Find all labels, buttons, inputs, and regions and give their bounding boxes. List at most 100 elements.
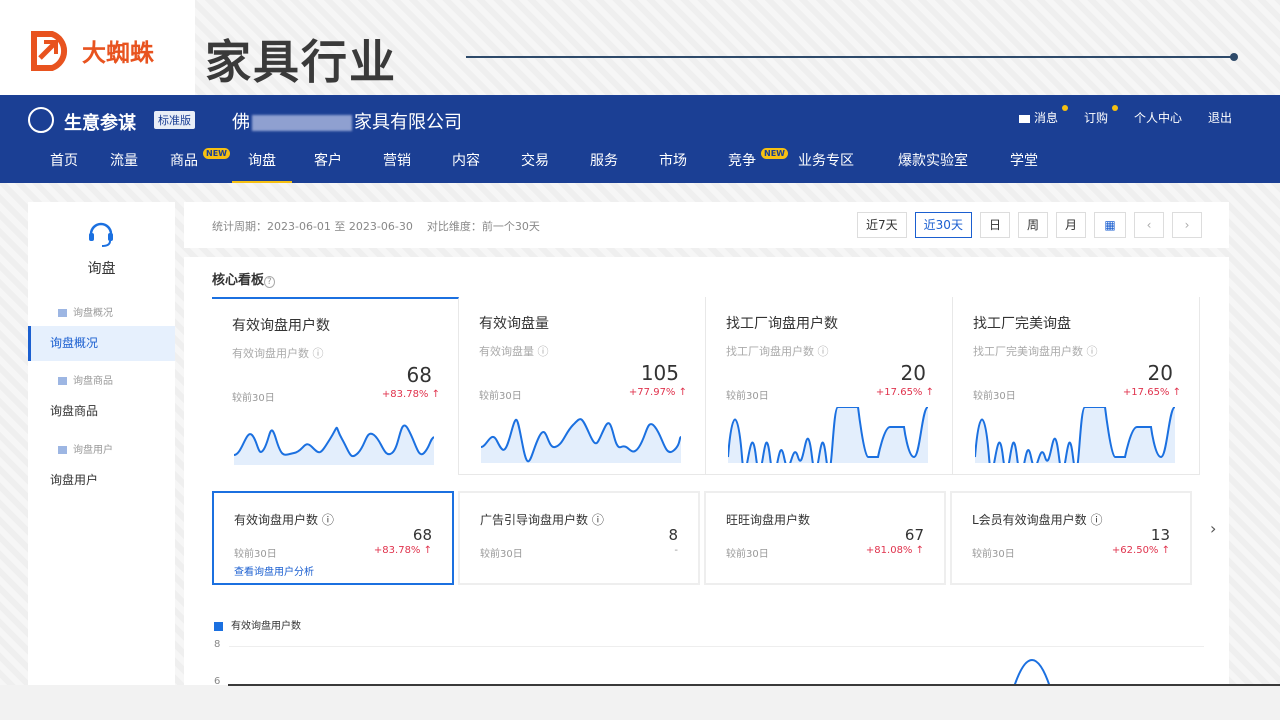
- metric-card[interactable]: 有效询盘用户数 ⓘ 68 较前30日 +83.78% ↑ 查看询盘用户分析: [212, 491, 454, 585]
- logo-area: 大蜘蛛: [0, 0, 195, 95]
- logout-link[interactable]: 退出: [1208, 109, 1232, 126]
- slide-title: 家具行业: [205, 35, 397, 89]
- sidebar: 询盘 询盘概况 询盘概况 询盘商品 询盘商品 询盘用户 询盘用户: [28, 202, 175, 692]
- trend-line: [1013, 659, 1051, 687]
- company-suffix: 家具有限公司: [354, 112, 462, 133]
- period-text: 统计周期：2023-06-01 至 2023-06-30 对比维度：前一个30天: [212, 220, 540, 233]
- notification-dot: [1111, 105, 1118, 111]
- sidebar-item-inquiry-products[interactable]: 询盘商品: [28, 394, 175, 429]
- metric-value: 68: [412, 526, 432, 544]
- slide-footer-line: [228, 684, 1280, 686]
- nav-marketing[interactable]: 营销: [367, 151, 427, 183]
- nav-competition[interactable]: 竞争 NEW: [712, 148, 788, 183]
- metric-card[interactable]: 广告引导询盘用户数 ⓘ 8 较前30日 -: [458, 491, 700, 585]
- metric-card[interactable]: 旺旺询盘用户数 67 较前30日 +81.08% ↑: [704, 491, 946, 585]
- kpi-value: 20: [900, 361, 926, 385]
- nav-service[interactable]: 服务: [574, 151, 634, 183]
- kpi-change: +17.65% ↑: [875, 387, 934, 398]
- nav-hot-lab[interactable]: 爆款实验室: [882, 151, 984, 183]
- nav-market[interactable]: 市场: [643, 151, 703, 183]
- kpi-value: 68: [406, 363, 432, 387]
- chart-legend[interactable]: 有效询盘用户数: [214, 617, 301, 632]
- kpi-value: 20: [1147, 361, 1173, 385]
- cards-next-arrow-icon[interactable]: ›: [1210, 519, 1216, 538]
- slide-footer-band: [0, 685, 1280, 720]
- kpi-change: +83.78% ↑: [381, 389, 440, 400]
- nav-content[interactable]: 内容: [436, 151, 496, 183]
- kpi-card[interactable]: 有效询盘量 有效询盘量 ⓘ 105 较前30日 +77.97% ↑: [459, 297, 706, 475]
- sidebar-group-label: 询盘用户: [58, 441, 113, 456]
- filter-bar: 统计周期：2023-06-01 至 2023-06-30 对比维度：前一个30天…: [184, 202, 1229, 248]
- calendar-icon[interactable]: ▦: [1094, 212, 1126, 238]
- chart-icon: [58, 377, 67, 385]
- next-arrow-icon[interactable]: ›: [1172, 212, 1202, 238]
- legend-swatch: [214, 621, 223, 631]
- main-nav: 首页 流量 商品 NEW 询盘 客户 营销 内容 交易 服务 市场 竞争 NEW 业…: [34, 148, 1054, 183]
- edition-badge: 标准版: [154, 111, 195, 129]
- help-icon[interactable]: ?: [264, 276, 275, 288]
- redacted-mask: [252, 115, 352, 131]
- kpi-row: 有效询盘用户数 有效询盘用户数 ⓘ 68 较前30日 +83.78% ↑ 有效询…: [212, 297, 1200, 475]
- metric-change: -: [674, 545, 678, 556]
- metric-cards: 有效询盘用户数 ⓘ 68 较前30日 +83.78% ↑ 查看询盘用户分析 广告…: [212, 491, 1202, 585]
- metric-value: 13: [1150, 526, 1170, 544]
- kpi-value: 105: [640, 361, 679, 385]
- metric-value: 8: [668, 526, 678, 544]
- nav-inquiry[interactable]: 询盘: [232, 151, 292, 183]
- top-links: 消息 订购 个人中心 退出: [1018, 105, 1232, 126]
- range-day-button[interactable]: 日: [979, 212, 1010, 238]
- prev-arrow-icon[interactable]: ‹: [1134, 212, 1164, 238]
- range-month-button[interactable]: 月: [1055, 212, 1086, 238]
- chart-icon: [58, 309, 67, 317]
- core-dashboard: 核心看板? 有效询盘用户数 有效询盘用户数 ⓘ 68 较前30日 +83.78%…: [184, 257, 1229, 687]
- metric-change: +62.50% ↑: [1111, 545, 1170, 556]
- kpi-change: +17.65% ↑: [1122, 387, 1181, 398]
- y-tick-label: 8: [214, 639, 221, 650]
- notification-dot: [1061, 105, 1068, 111]
- nav-academy[interactable]: 学堂: [994, 151, 1054, 183]
- app-topbar: 生意参谋 标准版 佛 家具有限公司 消息 订购 个人中心 退出 首页 流量 商品 N…: [0, 95, 1280, 183]
- sidebar-item-inquiry-users[interactable]: 询盘用户: [28, 463, 175, 498]
- sidebar-group-label: 询盘商品: [58, 372, 113, 387]
- kpi-card[interactable]: 有效询盘用户数 有效询盘用户数 ⓘ 68 较前30日 +83.78% ↑: [212, 297, 459, 475]
- sidebar-title: 询盘: [87, 261, 116, 277]
- subscribe-link[interactable]: 订购: [1084, 105, 1118, 126]
- company-prefix: 佛: [232, 112, 250, 133]
- logo-text: 大蜘蛛: [82, 39, 154, 67]
- new-badge: NEW: [203, 148, 230, 159]
- company-name: 佛 家具有限公司: [232, 108, 462, 134]
- inquiry-user-analysis-link[interactable]: 查看询盘用户分析: [234, 563, 314, 578]
- nav-trade[interactable]: 交易: [505, 151, 565, 183]
- range-7d-button[interactable]: 近7天: [857, 212, 907, 238]
- nav-business-zone[interactable]: 业务专区: [782, 151, 870, 183]
- range-buttons: 近7天 近30天 日 周 月 ▦ ‹ ›: [857, 212, 1202, 238]
- mail-icon: [1018, 114, 1030, 123]
- title-divider: [466, 56, 1234, 58]
- personal-center-link[interactable]: 个人中心: [1134, 109, 1182, 126]
- messages-link[interactable]: 消息: [1018, 105, 1068, 126]
- compass-icon: [28, 107, 54, 133]
- chart-icon: [58, 446, 67, 454]
- nav-products[interactable]: 商品 NEW: [154, 148, 230, 183]
- brand-name[interactable]: 生意参谋: [64, 109, 136, 135]
- sidebar-item-inquiry-overview[interactable]: 询盘概况: [28, 326, 175, 361]
- range-30d-button[interactable]: 近30天: [914, 212, 972, 238]
- sparkline: [975, 407, 1175, 463]
- sparkline: [234, 424, 434, 465]
- kpi-card[interactable]: 找工厂询盘用户数 找工厂询盘用户数 ⓘ 20 较前30日 +17.65% ↑: [706, 297, 953, 475]
- nav-traffic[interactable]: 流量: [94, 151, 154, 183]
- metric-change: +81.08% ↑: [865, 545, 924, 556]
- metric-card[interactable]: L会员有效询盘用户数 ⓘ 13 较前30日 +62.50% ↑: [950, 491, 1192, 585]
- panel-title: 核心看板?: [212, 269, 275, 288]
- nav-customers[interactable]: 客户: [298, 151, 358, 183]
- dazhizhu-logo-icon: [31, 31, 68, 71]
- metric-change: +83.78% ↑: [373, 545, 432, 556]
- sparkline: [728, 407, 928, 463]
- range-week-button[interactable]: 周: [1017, 212, 1048, 238]
- sidebar-group-label: 询盘概况: [58, 304, 113, 319]
- slide-header: 大蜘蛛 家具行业: [0, 0, 1280, 95]
- headset-icon: [89, 222, 113, 247]
- kpi-card[interactable]: 找工厂完美询盘 找工厂完美询盘用户数 ⓘ 20 较前30日 +17.65% ↑: [953, 297, 1200, 475]
- nav-home[interactable]: 首页: [34, 151, 94, 183]
- kpi-change: +77.97% ↑: [628, 387, 687, 398]
